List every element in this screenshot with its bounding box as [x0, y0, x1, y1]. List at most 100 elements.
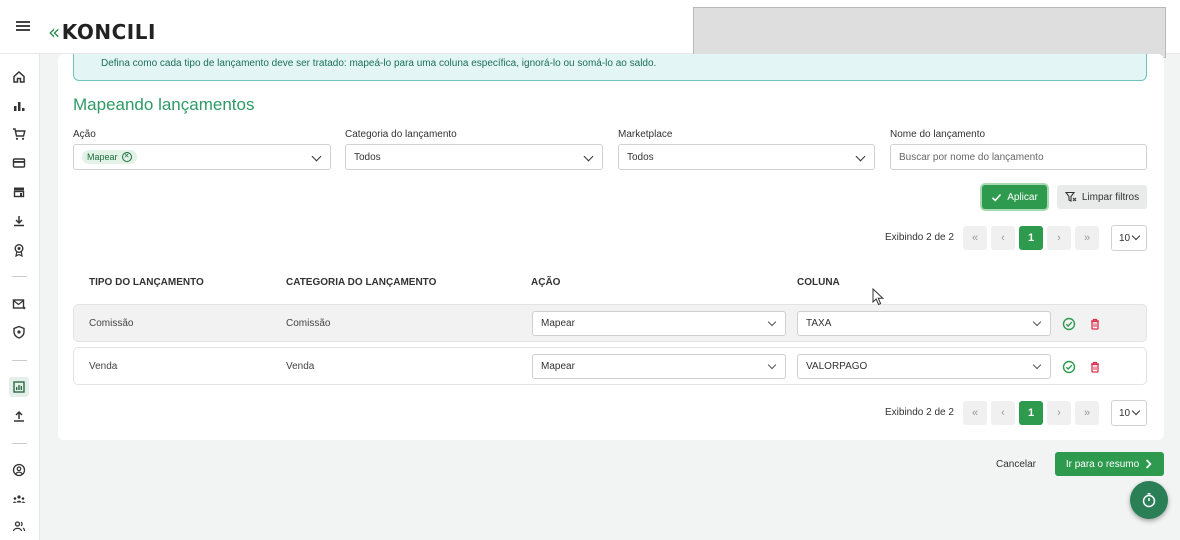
cancel-button-label: Cancelar: [995, 458, 1037, 470]
cell-tipo: Comissão: [89, 318, 134, 329]
chevron-down-icon: [311, 151, 322, 162]
cell-categoria: Comissão: [286, 318, 331, 329]
award-icon[interactable]: [9, 240, 29, 260]
page-1-button[interactable]: 1: [1019, 401, 1043, 425]
user-circle-icon[interactable]: [9, 460, 29, 480]
row-coluna-select[interactable]: VALORPAGO: [797, 354, 1051, 379]
stopwatch-icon: [1142, 493, 1156, 508]
section-title: Mapeando lançamentos: [73, 95, 255, 114]
row-coluna-value: TAXA: [806, 318, 832, 329]
chevron-down-icon: [583, 151, 594, 162]
chevron-down-icon: [1032, 317, 1042, 327]
page-size-value: 10: [1119, 407, 1131, 419]
info-banner-text: Defina como cada tipo de lançamento deve…: [101, 58, 657, 69]
chevron-down-icon: [1131, 231, 1141, 241]
delete-icon[interactable]: [1088, 360, 1102, 374]
app-logo[interactable]: «KONCILI: [48, 20, 156, 44]
chevron-down-icon: [767, 317, 777, 327]
filter-categoria-value: Todos: [354, 151, 381, 163]
filter-acao-label: Ação: [73, 129, 96, 140]
first-page-button[interactable]: «: [963, 401, 987, 425]
page-size-select[interactable]: 10: [1111, 400, 1147, 426]
page-1-button[interactable]: 1: [1019, 226, 1043, 250]
timer-fab-button[interactable]: [1130, 481, 1168, 519]
chevron-right-icon: [1146, 459, 1152, 469]
column-header-categoria: CATEGORIA DO LANÇAMENTO: [286, 277, 437, 288]
pagination-bottom: Exibindo 2 de 2 « ‹ 1 › » 10: [885, 400, 1148, 426]
chevron-down-icon: [1131, 406, 1141, 416]
row-acao-select[interactable]: Mapear: [532, 354, 786, 379]
shield-icon[interactable]: [9, 322, 29, 342]
first-page-button[interactable]: «: [963, 226, 987, 250]
filter-chip-label: Mapear: [87, 152, 118, 162]
filter-nome-field[interactable]: [890, 144, 1147, 170]
cart-icon[interactable]: [9, 124, 29, 144]
chevron-down-icon: [1032, 360, 1042, 370]
column-header-coluna: COLUNA: [797, 277, 840, 288]
table-row: Comissão Comissão Mapear TAXA: [73, 304, 1147, 342]
filter-acao-select[interactable]: Mapear ✕: [73, 144, 331, 170]
last-page-button[interactable]: »: [1075, 226, 1099, 250]
filter-marketplace-value: Todos: [627, 151, 654, 163]
sidebar: [0, 54, 40, 540]
cancel-button[interactable]: Cancelar: [986, 452, 1046, 476]
pagination-top: Exibindo 2 de 2 « ‹ 1 › » 10: [885, 225, 1148, 251]
filter-categoria-label: Categoria do lançamento: [345, 129, 457, 140]
confirm-check-icon[interactable]: [1062, 360, 1076, 374]
chevron-down-icon: [767, 360, 777, 370]
last-page-button[interactable]: »: [1075, 401, 1099, 425]
check-icon: [992, 193, 1002, 202]
filter-clear-icon: [1064, 191, 1077, 202]
logo-chevrons-icon: «: [48, 20, 61, 44]
top-bar: «KONCILI: [0, 0, 1180, 58]
row-coluna-value: VALORPAGO: [806, 361, 868, 372]
team-icon[interactable]: [9, 489, 29, 509]
filter-chip: Mapear ✕: [82, 150, 137, 164]
home-icon[interactable]: [9, 67, 29, 87]
mouse-cursor-icon: [872, 288, 885, 306]
row-acao-value: Mapear: [541, 361, 575, 372]
cell-categoria: Venda: [286, 361, 315, 372]
prev-page-button[interactable]: ‹: [991, 401, 1015, 425]
go-to-summary-button[interactable]: Ir para o resumo: [1055, 452, 1164, 476]
info-banner: Defina como cada tipo de lançamento deve…: [73, 54, 1147, 81]
menu-icon[interactable]: [16, 25, 30, 27]
table-row: Venda Venda Mapear VALORPAGO: [73, 347, 1147, 385]
delete-icon[interactable]: [1088, 317, 1102, 331]
users-icon[interactable]: [9, 516, 29, 536]
credit-card-icon[interactable]: [9, 153, 29, 173]
bar-chart-icon[interactable]: [9, 96, 29, 116]
sidebar-divider: [12, 443, 27, 444]
filter-categoria-select[interactable]: Todos: [345, 144, 603, 170]
filter-nome-label: Nome do lançamento: [890, 129, 986, 140]
filter-marketplace-select[interactable]: Todos: [618, 144, 875, 170]
upload-icon[interactable]: [9, 406, 29, 426]
redacted-area: [693, 7, 1166, 58]
filter-nome-input[interactable]: [899, 151, 1139, 163]
column-header-acao: AÇÃO: [531, 277, 561, 288]
confirm-check-icon[interactable]: [1062, 317, 1076, 331]
column-header-tipo: TIPO DO LANÇAMENTO: [89, 277, 204, 288]
download-icon[interactable]: [9, 211, 29, 231]
report-icon[interactable]: [9, 377, 29, 397]
page-size-value: 10: [1119, 232, 1131, 244]
prev-page-button[interactable]: ‹: [991, 226, 1015, 250]
next-page-button[interactable]: ›: [1047, 401, 1071, 425]
filter-marketplace-label: Marketplace: [618, 129, 673, 140]
apply-button[interactable]: Aplicar: [982, 185, 1047, 209]
mail-send-icon[interactable]: [9, 294, 29, 314]
sidebar-divider: [12, 276, 27, 277]
next-page-button[interactable]: ›: [1047, 226, 1071, 250]
clear-filters-button[interactable]: Limpar filtros: [1057, 185, 1147, 209]
chevron-down-icon: [855, 151, 866, 162]
chip-remove-icon[interactable]: ✕: [121, 152, 132, 162]
cell-tipo: Venda: [89, 361, 118, 372]
go-to-summary-label: Ir para o resumo: [1065, 458, 1140, 470]
pagination-info: Exibindo 2 de 2: [885, 407, 954, 418]
row-coluna-select[interactable]: TAXA: [797, 311, 1051, 336]
clear-filters-label: Limpar filtros: [1081, 191, 1140, 203]
page-size-select[interactable]: 10: [1111, 225, 1147, 251]
row-acao-value: Mapear: [541, 318, 575, 329]
store-icon[interactable]: [9, 182, 29, 202]
row-acao-select[interactable]: Mapear: [532, 311, 786, 336]
